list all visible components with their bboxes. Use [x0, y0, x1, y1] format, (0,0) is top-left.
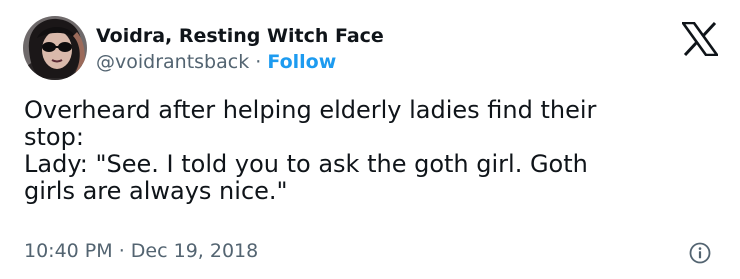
- follow-button[interactable]: Follow: [267, 51, 336, 73]
- meta-separator: ·: [118, 240, 125, 262]
- tweet-line: girls are always nice.": [24, 177, 288, 205]
- tweet-line: Overheard after helping elderly ladies f…: [24, 96, 597, 124]
- info-icon[interactable]: [688, 241, 712, 265]
- author-handle[interactable]: @voidrantsback: [96, 51, 249, 73]
- tweet-timestamp[interactable]: 10:40 PM · Dec 19, 2018: [24, 240, 258, 262]
- author-display-name[interactable]: Voidra, Resting Witch Face: [96, 25, 384, 47]
- handle-separator: ·: [255, 51, 262, 73]
- tweet-line: Lady: "See. I told you to ask the goth g…: [24, 150, 588, 178]
- tweet-time: 10:40 PM: [24, 240, 113, 262]
- tweet-text: Overheard after helping elderly ladies f…: [24, 97, 714, 205]
- x-logo-icon[interactable]: [680, 21, 720, 57]
- tweet-line: stop:: [24, 123, 84, 151]
- author-handle-line: @voidrantsback · Follow: [96, 51, 336, 73]
- avatar-image: [23, 16, 87, 80]
- avatar[interactable]: [23, 16, 87, 80]
- tweet-date: Dec 19, 2018: [130, 240, 259, 262]
- tweet-card: Voidra, Resting Witch Face @voidrantsbac…: [0, 0, 740, 279]
